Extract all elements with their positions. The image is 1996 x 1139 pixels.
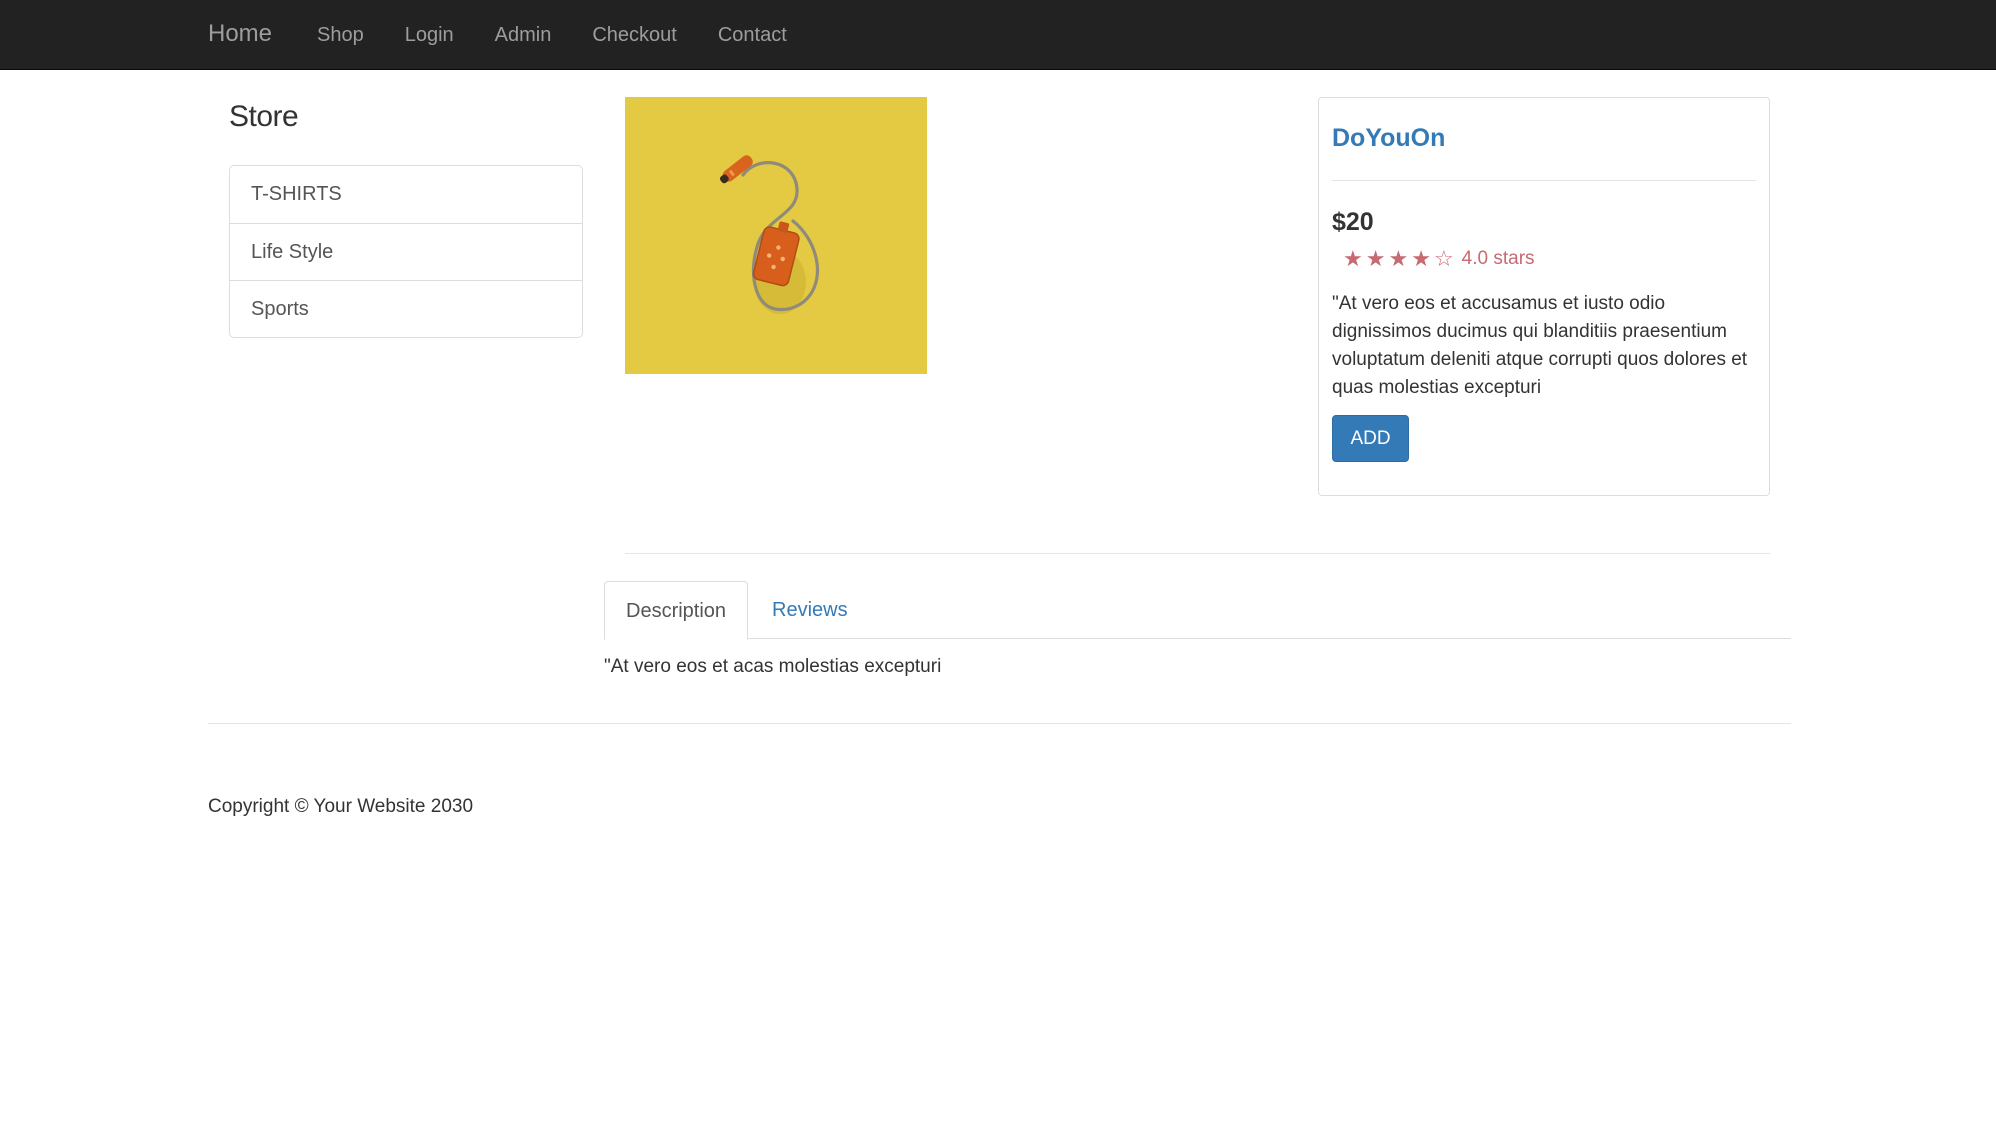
footer-copyright: Copyright © Your Website 2030 — [208, 796, 474, 817]
nav-link-contact[interactable]: Contact — [718, 23, 787, 47]
tab-content-description: "At vero eos et acas molestias excepturi — [604, 656, 942, 677]
star-filled-icon: ★ — [1365, 246, 1386, 271]
product-price: $20 — [1332, 208, 1374, 236]
rating-text: 4.0 stars — [1461, 248, 1535, 269]
product-detail-panel: DoYouOn $20 ★ ★ ★ ★ ☆ 4.0 stars "At vero eos… — [1318, 97, 1770, 496]
product-image — [625, 97, 927, 374]
category-list: T-SHIRTS Life Style Sports — [229, 165, 583, 338]
category-item-t-shirts[interactable]: T-SHIRTS — [230, 166, 582, 223]
footer-divider — [208, 723, 1791, 724]
add-to-cart-button[interactable]: ADD — [1332, 415, 1409, 462]
navbar: Home Shop Login Admin Checkout Contact — [0, 0, 1996, 70]
panel-divider — [1332, 180, 1756, 181]
product-description: "At vero eos et accusamus et iusto odio … — [1332, 293, 1748, 398]
tab-description[interactable]: Description — [604, 581, 749, 640]
tab-reviews[interactable]: Reviews — [751, 581, 869, 639]
sidebar-title: Store — [229, 100, 299, 133]
section-divider — [625, 553, 1770, 554]
star-filled-icon: ★ — [1343, 246, 1363, 271]
product-name-link[interactable]: DoYouOn — [1332, 124, 1445, 153]
headphones-mp3-player-icon — [719, 155, 820, 314]
star-empty-icon: ☆ — [1433, 246, 1454, 271]
category-item-life-style[interactable]: Life Style — [230, 223, 582, 280]
category-item-sports[interactable]: Sports — [230, 280, 582, 337]
nav-links: Shop Login Admin Checkout Contact — [317, 23, 828, 47]
nav-link-checkout[interactable]: Checkout — [592, 23, 677, 47]
nav-link-shop[interactable]: Shop — [317, 23, 364, 47]
nav-link-login[interactable]: Login — [405, 23, 454, 47]
rating-stars: ★ ★ ★ ★ ☆ — [1343, 247, 1457, 271]
star-filled-icon: ★ — [1411, 246, 1431, 271]
product-rating: ★ ★ ★ ★ ☆ 4.0 stars — [1343, 247, 1535, 271]
tabs-bar: Description Reviews — [604, 581, 1791, 640]
nav-brand-home[interactable]: Home — [208, 20, 272, 48]
star-filled-icon: ★ — [1388, 246, 1409, 271]
nav-link-admin[interactable]: Admin — [495, 23, 552, 47]
